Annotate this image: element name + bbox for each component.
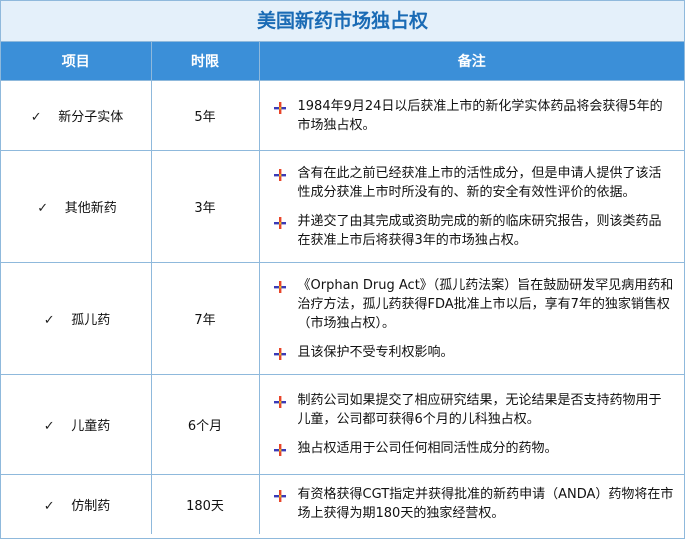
header-time: 时限 [151,42,260,81]
bullet-icon [273,216,286,229]
note-text: 并递交了由其完成或资助完成的新的临床研究报告，则该类药品在获准上市后将获得3年的… [297,213,662,248]
item-cell: ✓ 新分子实体 [1,80,152,151]
note-item: 独占权适用于公司任何相同活性成分的药物。 [273,439,675,458]
note-item: 含有在此之前已经获准上市的活性成分，但是申请人提供了该活性成分获准上市时所没有的… [273,164,675,202]
checkmark-icon: ✓ [43,498,55,514]
note-text: 且该保护不受专利权影响。 [297,344,454,360]
time-cell: 180天 [151,474,260,534]
note-text: 独占权适用于公司任何相同活性成分的药物。 [297,441,558,456]
notes-cell: 《Orphan Drug Act》（孤儿药法案）旨在鼓励研发罕见病用药和治疗方法… [259,262,684,375]
header-item: 项目 [1,42,152,81]
note-text: 含有在此之前已经获准上市的活性成分，但是申请人提供了该活性成分获准上市时所没有的… [297,165,662,200]
header-notes: 备注 [259,42,684,81]
time-cell: 6个月 [151,374,260,475]
item-label: 孤儿药 [71,313,111,328]
item-cell: ✓ 孤儿药 [1,262,152,375]
item-cell: ✓ 其他新药 [1,150,152,263]
item-label: 仿制药 [71,498,111,514]
bullet-icon [273,347,286,360]
bullet-icon [273,489,286,503]
notes-cell: 制药公司如果提交了相应研究结果，无论结果是否支持药物用于儿童，公司都可获得6个月… [259,374,684,475]
table-row: ✓ 仿制药 180天 有资格获得CGT指定并获得批准的新药申请（ANDA）药物将在市场… [1,474,684,534]
note-item: 并递交了由其完成或资助完成的新的临床研究报告，则该类药品在获准上市后将获得3年的… [273,212,675,250]
exclusivity-table-panel: 美国新药市场独占权 项目 时限 备注 ✓ 新分子实体 5年 1984年9月24日以后获… [0,0,685,539]
note-text: 有资格获得CGT指定并获得批准的新药申请（ANDA）药物将在市场上获得为期180… [297,487,674,522]
note-item: 《Orphan Drug Act》（孤儿药法案）旨在鼓励研发罕见病用药和治疗方法… [273,276,675,333]
notes-cell: 有资格获得CGT指定并获得批准的新药申请（ANDA）药物将在市场上获得为期180… [259,474,684,534]
note-text: 1984年9月24日以后获准上市的新化学实体药品将会获得5年的市场独占权。 [297,98,663,133]
item-label: 其他新药 [64,201,117,216]
time-cell: 7年 [151,262,260,375]
checkmark-icon: ✓ [43,313,55,328]
table-row: ✓ 其他新药 3年 含有在此之前已经获准上市的活性成分，但是申请人提供了该活性成分获准… [1,150,684,263]
item-label: 儿童药 [71,419,111,434]
checkmark-icon: ✓ [37,201,49,216]
exclusivity-table: 项目 时限 备注 ✓ 新分子实体 5年 1984年9月24日以后获准上市的新化学实体药… [1,42,684,534]
checkmark-icon: ✓ [43,419,55,434]
note-text: 《Orphan Drug Act》（孤儿药法案）旨在鼓励研发罕见病用药和治疗方法… [297,277,674,331]
note-text: 制药公司如果提交了相应研究结果，无论结果是否支持药物用于儿童，公司都可获得6个月… [297,393,662,427]
table-title: 美国新药市场独占权 [1,1,684,42]
note-item: 制药公司如果提交了相应研究结果，无论结果是否支持药物用于儿童，公司都可获得6个月… [273,391,675,429]
notes-cell: 1984年9月24日以后获准上市的新化学实体药品将会获得5年的市场独占权。 [259,80,684,151]
note-item: 有资格获得CGT指定并获得批准的新药申请（ANDA）药物将在市场上获得为期180… [273,485,675,523]
table-row: ✓ 孤儿药 7年 《Orphan Drug Act》（孤儿药法案）旨在鼓励研发罕见病用… [1,262,684,375]
time-cell: 3年 [151,150,260,263]
time-cell: 5年 [151,80,260,151]
notes-cell: 含有在此之前已经获准上市的活性成分，但是申请人提供了该活性成分获准上市时所没有的… [259,150,684,263]
bullet-icon [273,168,286,181]
bullet-icon [273,395,286,408]
bullet-icon [273,101,286,114]
note-item: 1984年9月24日以后获准上市的新化学实体药品将会获得5年的市场独占权。 [273,97,675,135]
table-header-row: 项目 时限 备注 [1,42,684,81]
table-row: ✓ 新分子实体 5年 1984年9月24日以后获准上市的新化学实体药品将会获得5年的市… [1,80,684,151]
checkmark-icon: ✓ [30,110,42,125]
bullet-icon [273,443,286,456]
note-item: 且该保护不受专利权影响。 [273,343,675,362]
item-label: 新分子实体 [58,110,124,125]
item-cell: ✓ 儿童药 [1,374,152,475]
bullet-icon [273,280,286,293]
item-cell: ✓ 仿制药 [1,474,152,534]
table-row: ✓ 儿童药 6个月 制药公司如果提交了相应研究结果，无论结果是否支持药物用于儿童，公司… [1,374,684,475]
